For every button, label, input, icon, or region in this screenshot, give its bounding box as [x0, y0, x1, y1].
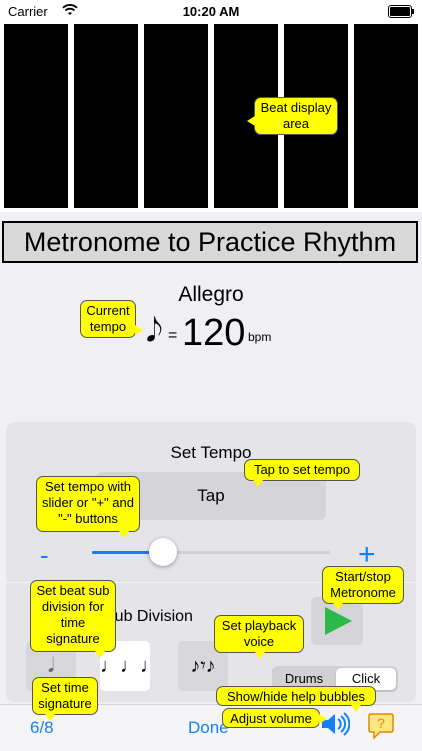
beat-display-area — [0, 22, 422, 212]
bpm-unit: bpm — [248, 330, 272, 344]
help-bubble-tap: Tap to set tempo — [244, 459, 360, 487]
set-tempo-label: Set Tempo — [170, 443, 252, 462]
time-signature-button[interactable]: 6/8 — [30, 718, 54, 738]
beat-bar — [74, 24, 138, 208]
status-time: 10:20 AM — [182, 4, 240, 19]
page-title: Metronome to Practice Rhythm — [2, 221, 418, 263]
play-icon — [325, 607, 352, 635]
battery-icon — [388, 5, 414, 18]
decrease-tempo-button[interactable]: - — [40, 540, 49, 571]
beat-bar — [4, 24, 68, 208]
help-bubble-show-hide: Show/hide help bubbles — [216, 686, 376, 712]
svg-text:?: ? — [377, 715, 385, 731]
help-bubble-time-signature: Set time signature — [32, 677, 98, 721]
tempo-name: Allegro — [178, 283, 244, 306]
eighth-note-icon: 𝅘𝅥𝅮 — [146, 312, 163, 348]
beat-bar — [144, 24, 208, 208]
help-bubble-volume: Adjust volume — [222, 708, 327, 728]
help-bubble-start-stop: Start/stop Metronome — [322, 566, 404, 610]
tempo-equals: = — [168, 327, 178, 344]
status-bar: Carrier 10:20 AM — [0, 0, 422, 22]
sub-division-label: Sub Division — [104, 608, 193, 625]
bpm-value: 120 — [182, 312, 246, 354]
help-bubble-beat: Beat display area — [247, 97, 338, 135]
help-bubble-sub-division: Set beat sub division for time signature — [30, 580, 116, 658]
help-bubble-voice: Set playback voice — [214, 615, 304, 659]
beat-bar — [354, 24, 418, 208]
help-bubble-slider: Set tempo with slider or "+" and "-" but… — [36, 476, 140, 538]
help-bubble-current-tempo: Current tempo — [80, 300, 143, 338]
help-bubble-icon[interactable]: ? — [368, 712, 394, 745]
